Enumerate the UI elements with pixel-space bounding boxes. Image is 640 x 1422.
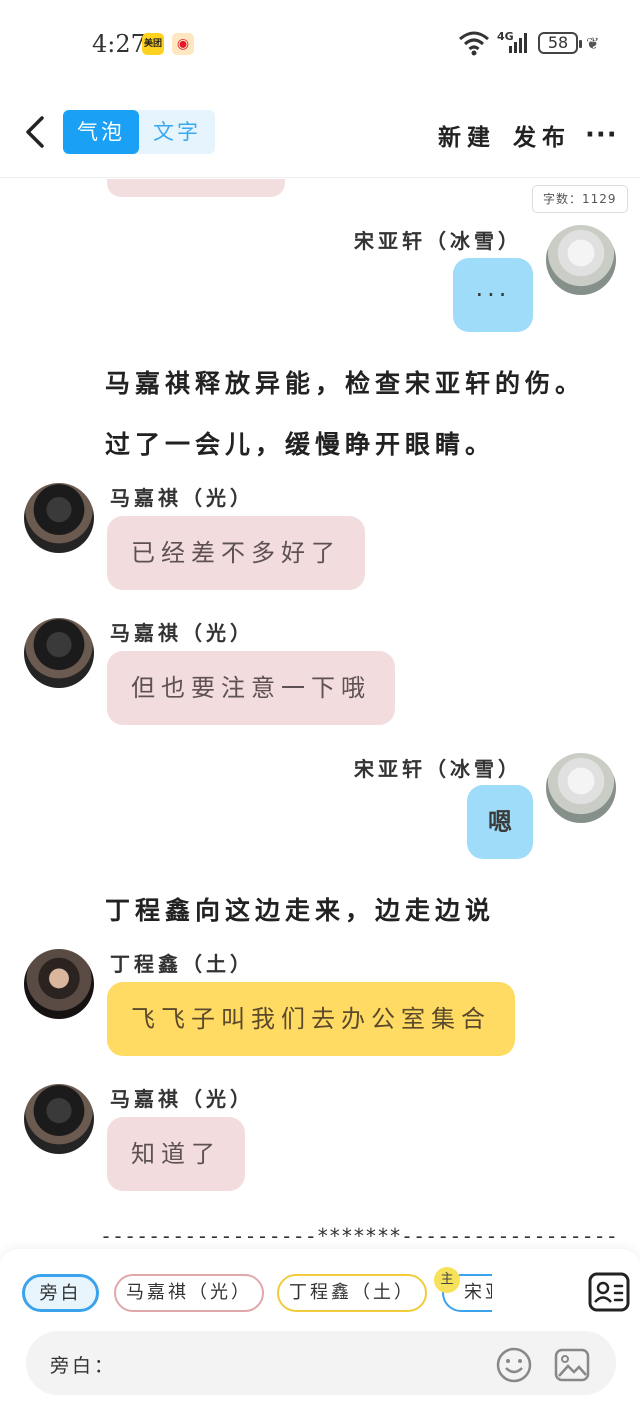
message-bubble[interactable]: 已经差不多好了 [107, 516, 365, 590]
status-bar: 4:27 美团 ◉ 4G 58 ❦ [0, 0, 640, 90]
wifi-icon [459, 31, 489, 56]
signal-icon [509, 33, 527, 53]
more-options-icon[interactable]: ··· [585, 120, 618, 150]
narration-text[interactable]: 丁程鑫向这边走来，边走边说 [105, 891, 495, 927]
avatar-ma-jiaqi[interactable] [24, 483, 94, 553]
role-chip-narrator[interactable]: 旁白 [22, 1274, 99, 1312]
speaker-name: 丁程鑫（土） [110, 952, 254, 976]
chat-area[interactable]: 字数：1129 宋亚轩（冰雪） ··· 马嘉祺释放异能，检查宋亚轩的伤。 过了一… [0, 179, 640, 1249]
back-arrow-icon[interactable] [18, 112, 58, 152]
emoji-icon[interactable] [495, 1346, 533, 1384]
speaker-name: 马嘉祺（光） [110, 486, 254, 510]
avatar-ma-jiaqi[interactable] [24, 618, 94, 688]
section-divider[interactable]: ------------------*******---------------… [100, 1224, 618, 1248]
status-time: 4:27 [92, 30, 146, 58]
image-icon[interactable] [553, 1346, 591, 1384]
message-bubble[interactable]: 飞飞子叫我们去办公室集合 [107, 982, 515, 1056]
role-manager-icon[interactable] [588, 1272, 630, 1312]
input-role-label: 旁白： [50, 1355, 117, 1377]
tab-text-mode[interactable]: 文字 [139, 110, 215, 154]
leaf-icon: ❦ [586, 34, 600, 53]
publish-button[interactable]: 发布 [513, 118, 571, 152]
narration-text[interactable]: 马嘉祺释放异能，检查宋亚轩的伤。 [105, 364, 585, 400]
avatar-song-yaxuan[interactable] [546, 753, 616, 823]
word-count-badge: 字数：1129 [532, 185, 628, 213]
message-bubble[interactable]: ··· [453, 258, 533, 332]
battery-icon: 58 [538, 32, 582, 54]
avatar-ding-chengxin[interactable] [24, 949, 94, 1019]
message-bubble[interactable]: 嗯 [467, 785, 533, 859]
message-bubble[interactable]: 知道了 [107, 1117, 245, 1191]
speaker-name: 宋亚轩（冰雪） [354, 229, 522, 253]
tab-bubble-mode[interactable]: 气泡 [63, 110, 139, 154]
message-bubble[interactable]: 但也要注意一下哦 [107, 651, 395, 725]
main-role-badge: 主 [434, 1267, 460, 1293]
speaker-name: 马嘉祺（光） [110, 1087, 254, 1111]
role-chip-ma-jiaqi[interactable]: 马嘉祺（光） [114, 1274, 264, 1312]
meituan-icon: 美团 [142, 33, 164, 55]
weibo-icon: ◉ [172, 33, 194, 55]
mode-switch: 气泡 文字 [63, 110, 215, 154]
new-button[interactable]: 新建 [438, 118, 496, 152]
message-input[interactable]: 旁白： [26, 1331, 616, 1395]
editor-toolbar: 气泡 文字 新建 发布 ··· [0, 90, 640, 178]
speaker-name: 马嘉祺（光） [110, 621, 254, 645]
message-bubble-partial[interactable] [107, 179, 285, 197]
composer-panel: 旁白 马嘉祺（光） 丁程鑫（土） 宋亚 主 旁白： [0, 1249, 640, 1422]
narration-text[interactable]: 过了一会儿，缓慢睁开眼睛。 [105, 425, 495, 461]
speaker-name: 宋亚轩（冰雪） [354, 757, 522, 781]
role-chip-ding-chengxin[interactable]: 丁程鑫（土） [277, 1274, 427, 1312]
avatar-ma-jiaqi[interactable] [24, 1084, 94, 1154]
avatar-song-yaxuan[interactable] [546, 225, 616, 295]
